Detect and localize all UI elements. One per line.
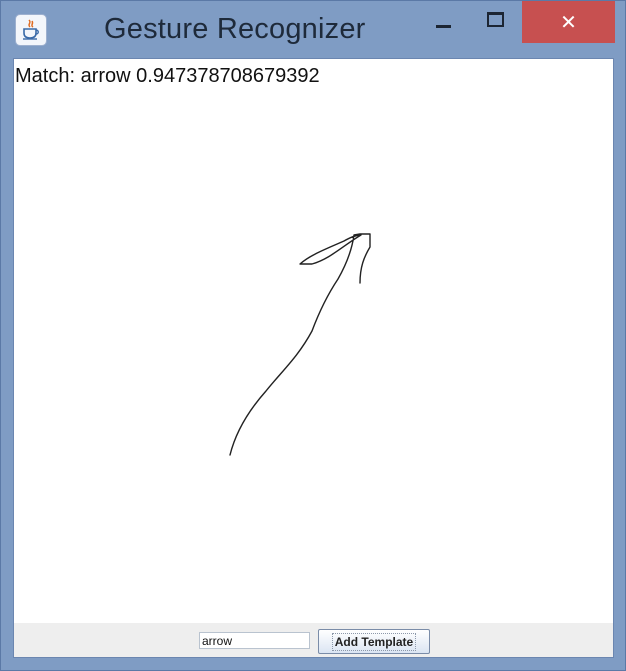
- close-button[interactable]: ✕: [522, 1, 615, 43]
- controls-bar: Add Template: [14, 623, 613, 657]
- minimize-icon: [435, 24, 451, 28]
- gesture-panel: Match: arrow 0.947378708679392 Add Templ…: [13, 58, 614, 658]
- title-bar[interactable]: Gesture Recognizer ✕: [1, 1, 625, 57]
- add-template-label: Add Template: [331, 632, 417, 651]
- drawing-canvas[interactable]: [14, 59, 613, 623]
- window-title: Gesture Recognizer: [104, 13, 366, 45]
- app-window: Gesture Recognizer ✕ Match: arrow 0.9473…: [0, 0, 626, 671]
- maximize-icon: [486, 11, 504, 27]
- minimize-button[interactable]: [421, 1, 465, 43]
- maximize-button[interactable]: [473, 1, 517, 43]
- add-template-button[interactable]: Add Template: [318, 629, 430, 654]
- close-icon: ✕: [560, 11, 577, 34]
- template-name-field[interactable]: [199, 632, 310, 649]
- gesture-stroke: [229, 233, 371, 456]
- java-coffee-icon[interactable]: [15, 14, 47, 46]
- match-result: Match: arrow 0.947378708679392: [15, 65, 320, 87]
